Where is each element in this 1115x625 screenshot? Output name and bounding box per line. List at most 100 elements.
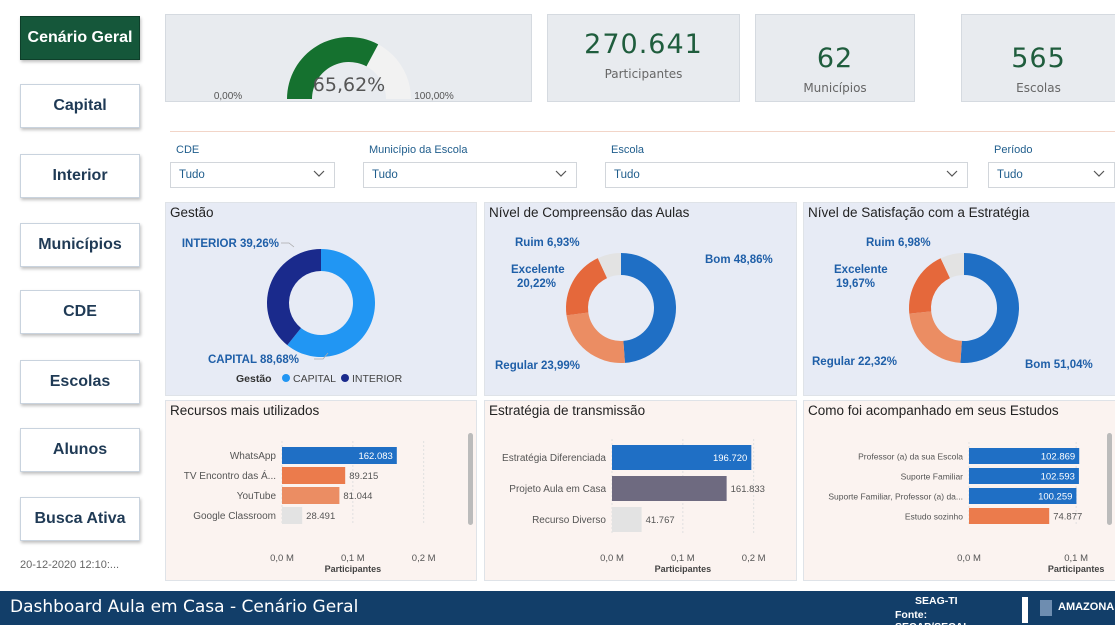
compreensao-excelente-value: 20,22% (517, 278, 556, 290)
nav-button-alunos[interactable]: Alunos (20, 428, 140, 472)
donut-slice-excelente (566, 258, 608, 316)
gestao-legend-title: Gestão (236, 373, 272, 385)
bar-value-label: 196.720 (713, 453, 747, 464)
gestao-slices (267, 249, 375, 357)
category-label: Google Classroom (193, 511, 276, 522)
x-axis-title: Participantes (1048, 564, 1105, 574)
footer-org: SEAG-TI (915, 595, 958, 607)
acompanhamento-bar-chart: 0,0 M 0,1 MParticipantes Professor (a) da … (828, 442, 1105, 574)
gauge-value: 65,62% (313, 74, 385, 96)
panel-compreensao: Nível de Compreensão das Aulas Ruim 6,93… (484, 202, 797, 396)
donut-slice-interior (267, 249, 321, 346)
x-tick-label: 0,0 M (600, 553, 624, 564)
nav-button-capital[interactable]: Capital (20, 84, 140, 128)
panel-acompanhamento: Como foi acompanhado em seus Estudos 0,0… (803, 400, 1115, 581)
donut-slice-regular (909, 311, 962, 363)
satisfacao-donut-chart: Ruim 6,98% Excelente 19,67% Regular 22,3… (812, 237, 1093, 371)
nav-button-interior[interactable]: Interior (20, 154, 140, 198)
category-label: WhatsApp (230, 451, 277, 462)
x-axis-title: Participantes (655, 564, 712, 574)
bar[interactable] (282, 507, 303, 524)
filter-divider (170, 131, 1115, 132)
panel-satisfacao: Nível de Satisfação com a Estratégia Rui… (803, 202, 1115, 396)
nav-button-cenario-geral[interactable]: Cenário Geral (20, 16, 140, 60)
footer-bar: Dashboard Aula em Casa - Cenário Geral S… (0, 591, 1115, 625)
x-tick-label: 0,1 M (341, 553, 365, 564)
x-tick-label: 0,1 M (1064, 553, 1088, 564)
estrategia-bar-chart: 0,0 M 0,1 M 0,2 M Participantes Estratégia D… (502, 439, 766, 574)
gestao-donut-chart: INTERIOR 39,26% CAPITAL 88,68% Gestão CA… (182, 238, 403, 385)
filter-escola-value: Tudo (614, 169, 640, 181)
kpi-municipios-value: 62 (816, 43, 854, 74)
x-tick-label: 0,1 M (671, 553, 695, 564)
bar[interactable] (612, 476, 727, 501)
bar-value-label: 89.215 (349, 471, 378, 482)
category-label: Suporte Familiar, Professor (a) da... (828, 492, 963, 502)
filter-cde-dropdown[interactable]: Tudo (170, 162, 335, 188)
filter-escola-label: Escola (611, 144, 645, 156)
compreensao-ruim-label: Ruim 6,93% (515, 237, 580, 249)
bar-value-label: 102.869 (1041, 452, 1075, 463)
donut-slice-bom (621, 253, 676, 363)
bar-value-label: 28.491 (306, 511, 335, 522)
category-label: Recurso Diverso (532, 515, 606, 526)
category-label: Estratégia Diferenciada (502, 453, 606, 464)
nav-button-cde[interactable]: CDE (20, 290, 140, 334)
donut-slice-regular (566, 312, 625, 363)
compreensao-donut-chart: Ruim 6,93% Bom 48,86% Excelente 20,22% R… (495, 237, 773, 372)
kpi-escolas: 565 Escolas (961, 14, 1115, 102)
satisfacao-ruim-label: Ruim 6,98% (866, 237, 931, 249)
category-label: YouTube (237, 491, 277, 502)
panel-recursos: Recursos mais utilizados 0,0 M 0,1 M 0,2 M… (165, 400, 477, 581)
filter-periodo-value: Tudo (997, 169, 1023, 181)
legend-interior-marker (341, 374, 349, 382)
compreensao-slices (566, 253, 676, 363)
nav-button-escolas[interactable]: Escolas (20, 360, 140, 404)
filter-escola-dropdown[interactable]: Tudo (605, 162, 968, 188)
bar[interactable] (282, 467, 346, 484)
kpi-participantes: 270.641 Participantes (547, 14, 740, 102)
kpi-participantes-label: Participantes (604, 67, 683, 81)
chevron-down-icon (555, 170, 567, 177)
compreensao-regular-label: Regular 23,99% (495, 360, 580, 372)
last-update-timestamp: 20-12-2020 12:10:... (20, 559, 120, 571)
satisfacao-slices (909, 253, 1020, 363)
bar[interactable] (969, 508, 1050, 524)
donut-slice-bom (960, 253, 1020, 363)
category-label: Estudo sozinho (905, 512, 963, 522)
gestao-capital-label: CAPITAL 88,68% (208, 354, 299, 366)
chevron-down-icon (1093, 170, 1105, 177)
chevron-down-icon (313, 170, 325, 177)
legend-capital-marker (282, 374, 290, 382)
panel-estrategia: Estratégia de transmissão 0,0 M 0,1 M 0,2 … (484, 400, 797, 581)
recursos-bar-chart: 0,0 M 0,1 M 0,2 M Participantes WhatsApp 162.… (184, 441, 436, 574)
category-label: Projeto Aula em Casa (509, 484, 606, 495)
gestao-legend-interior: INTERIOR (352, 373, 403, 385)
scrollbar[interactable] (468, 433, 473, 525)
filter-cde-label: CDE (176, 144, 200, 156)
scrollbar[interactable] (1107, 433, 1112, 525)
kpi-municipios-label: Municípios (803, 81, 867, 95)
filter-municipio-dropdown[interactable]: Tudo (363, 162, 577, 188)
government-logo-icon (1040, 600, 1052, 616)
nav-button-busca-ativa[interactable]: Busca Ativa (20, 497, 140, 541)
x-tick-label: 0,2 M (742, 553, 766, 564)
category-label: TV Encontro das Á... (184, 469, 276, 482)
compreensao-excelente-label: Excelente (511, 264, 565, 276)
satisfacao-bom-label: Bom 51,04% (1025, 359, 1093, 371)
nav-button-municipios[interactable]: Municípios (20, 223, 140, 267)
gauge-chart: 65,62% 0,00% 100,00% (214, 36, 454, 102)
bar-value-label: 102.593 (1041, 472, 1075, 483)
x-tick-label: 0,2 M (412, 553, 436, 564)
bar[interactable] (282, 487, 340, 504)
bar-value-label: 81.044 (343, 491, 372, 502)
filter-periodo-dropdown[interactable]: Tudo (988, 162, 1115, 188)
gauge-max-label: 100,00% (414, 91, 454, 102)
satisfacao-excelente-label: Excelente (834, 264, 888, 276)
filter-cde-value: Tudo (179, 169, 205, 181)
bar[interactable] (612, 507, 642, 532)
panel-gestao: Gestão INTERIOR 39,26% CAPITAL 88,68% Ge… (165, 202, 477, 396)
footer-source: Fonte: SECAP/SECAL (895, 609, 970, 625)
category-label: Suporte Familiar (901, 472, 964, 482)
bar-value-label: 41.767 (646, 515, 675, 526)
